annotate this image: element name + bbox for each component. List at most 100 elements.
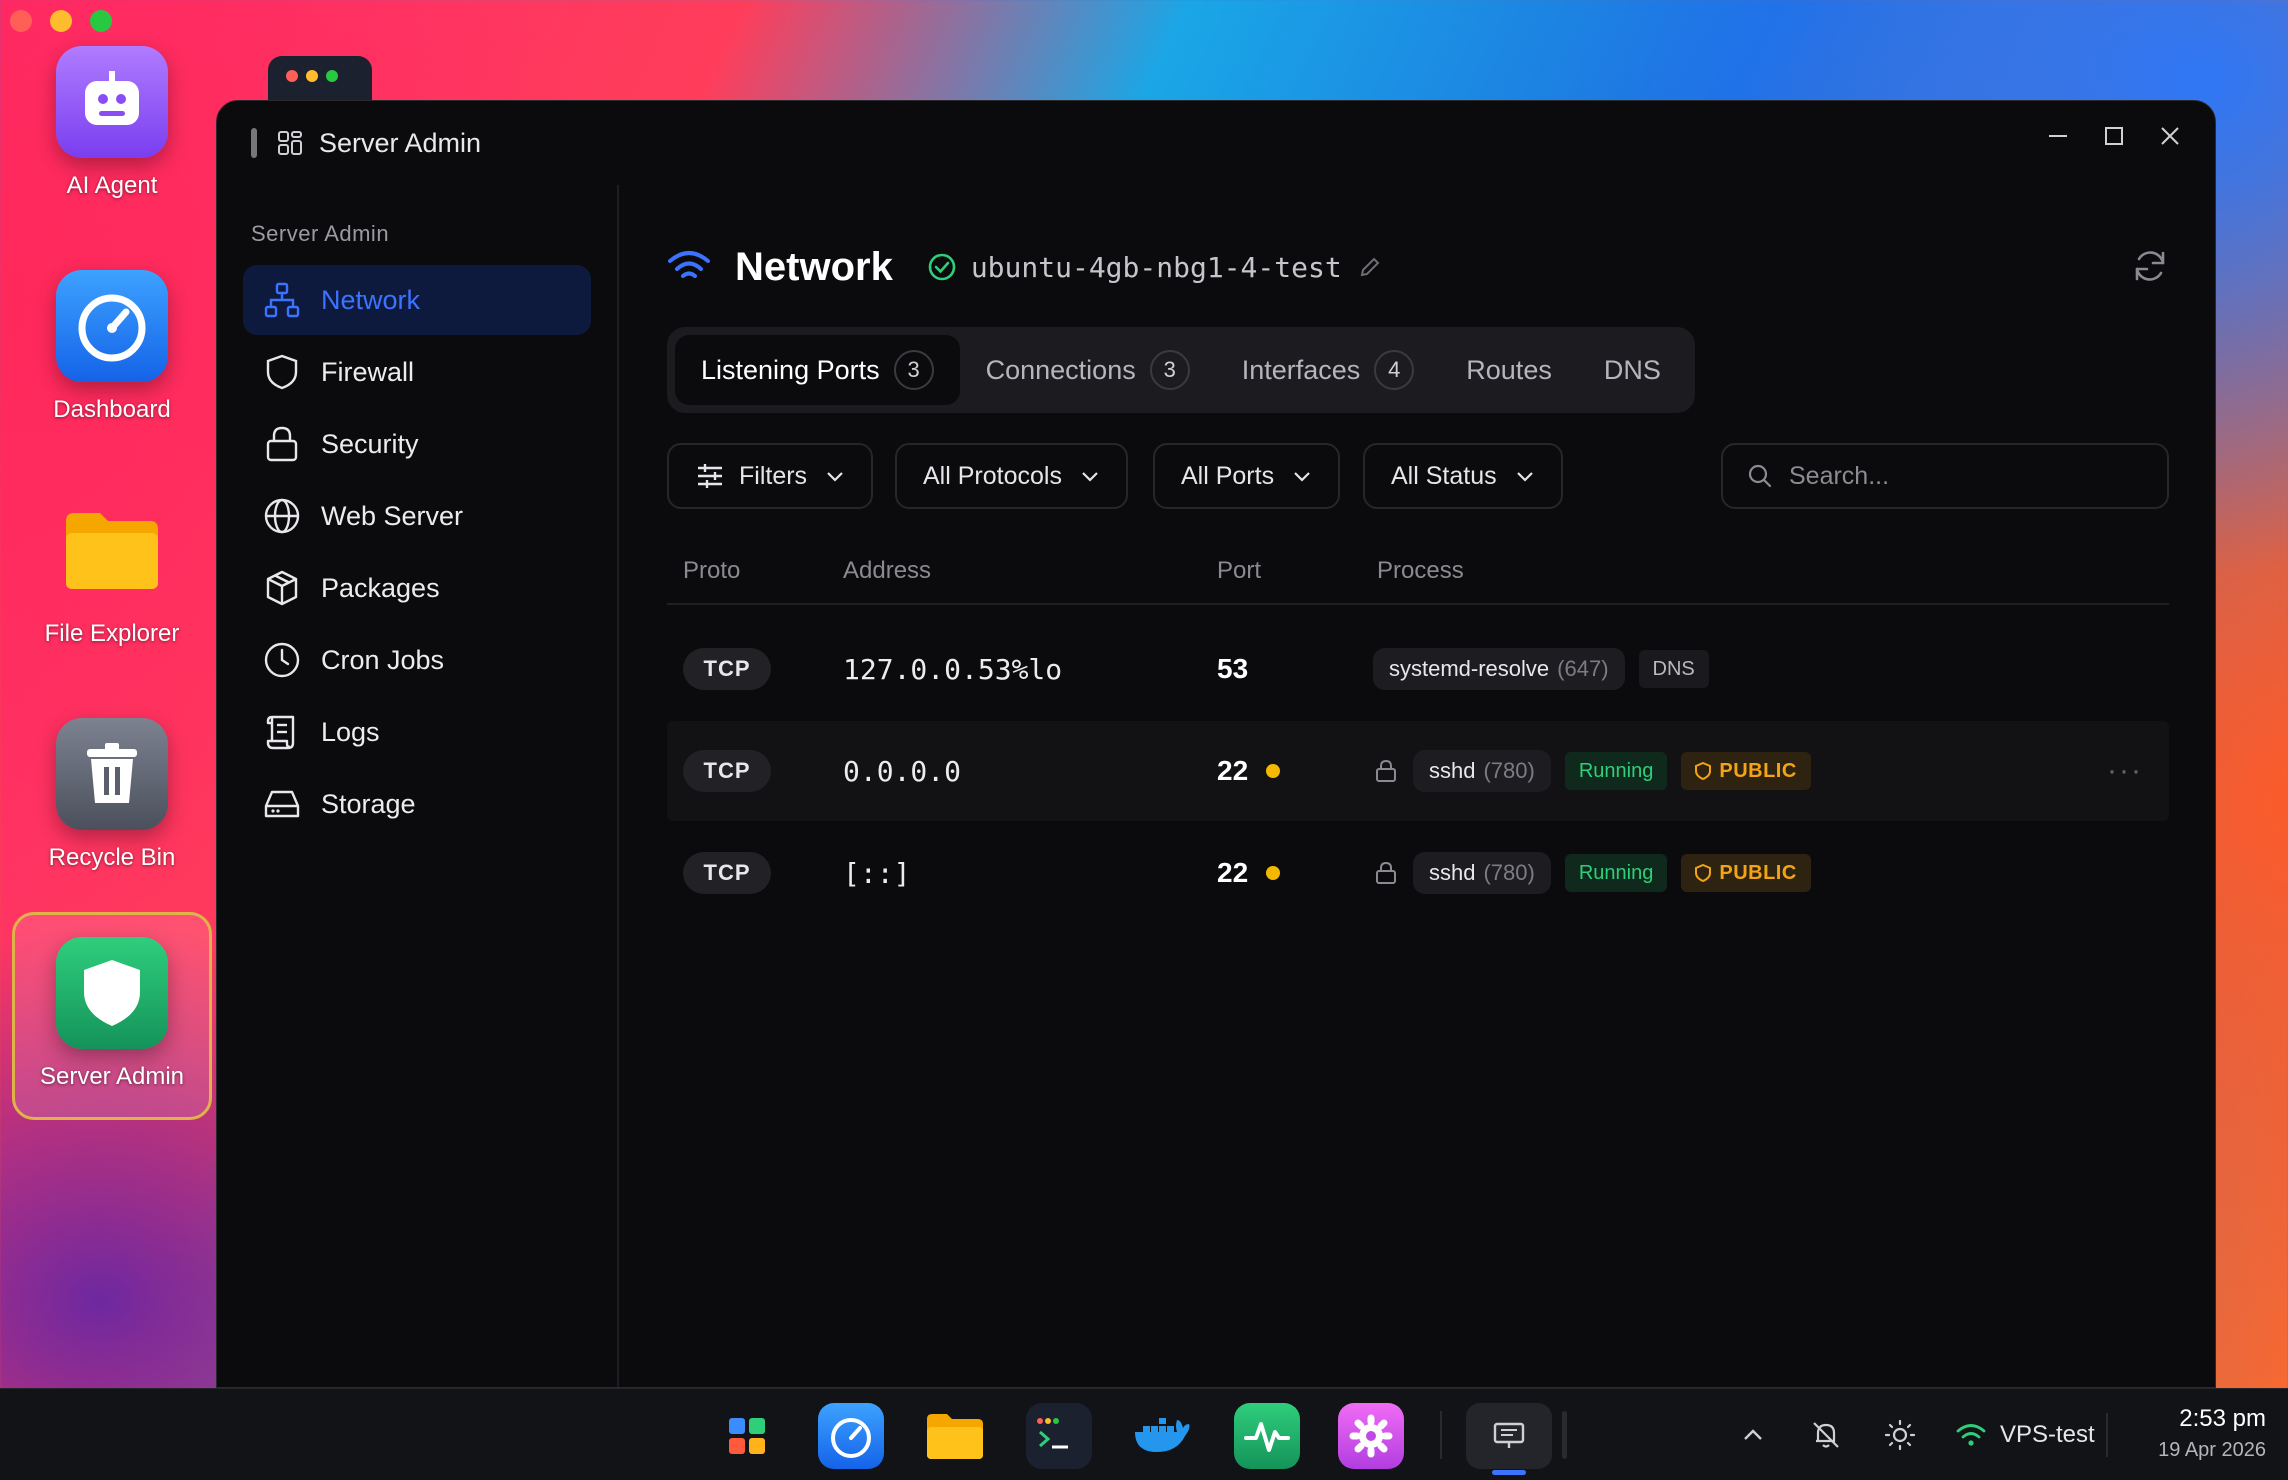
- process-pill[interactable]: sshd (780): [1413, 750, 1551, 792]
- tab-connections[interactable]: Connections 3: [960, 335, 1216, 405]
- brightness-icon[interactable]: [1884, 1419, 1916, 1451]
- port-select-value: All Ports: [1181, 461, 1275, 490]
- chevron-down-icon: [1082, 472, 1098, 482]
- scroll-icon: [266, 715, 295, 750]
- terminal-taskbar-icon[interactable]: [1026, 1403, 1092, 1469]
- port-select[interactable]: All Ports: [1153, 443, 1341, 509]
- server-admin-window: Server Admin Server Admin Network Firewa…: [216, 100, 2216, 1388]
- filters-label: Filters: [739, 461, 808, 490]
- process-pill[interactable]: systemd-resolve (647): [1373, 648, 1625, 690]
- system-tray: VPS-test: [1740, 1389, 2095, 1480]
- process-cell: systemd-resolve (647) DNS: [1373, 648, 1709, 690]
- tab-label: Connections: [985, 354, 1136, 385]
- sidebar-item-label: Security: [321, 428, 419, 459]
- table-row[interactable]: TCP [::] 22 sshd (780) Running PUBLIC: [667, 823, 2169, 923]
- proto-badge: TCP: [683, 750, 771, 792]
- dashboard-taskbar-icon[interactable]: [818, 1403, 884, 1469]
- status-select[interactable]: All Status: [1363, 443, 1563, 509]
- start-menu-icon[interactable]: [714, 1403, 780, 1469]
- sidebar-item-web-server[interactable]: Web Server: [243, 481, 591, 551]
- column-header-proto[interactable]: Proto: [683, 557, 740, 585]
- network-icon: [264, 282, 300, 318]
- tab-bar: Listening Ports 3 Connections 3 Interfac…: [667, 327, 1695, 413]
- sidebar-item-label: Cron Jobs: [321, 644, 445, 675]
- sidebar-item-network[interactable]: Network: [243, 265, 591, 335]
- sliders-icon: [698, 464, 722, 488]
- process-name: sshd: [1429, 860, 1476, 885]
- more-actions-button[interactable]: ···: [2107, 754, 2143, 788]
- wifi-icon[interactable]: [1956, 1422, 1986, 1448]
- tab-interfaces[interactable]: Interfaces 4: [1216, 335, 1441, 405]
- close-dot[interactable]: [10, 10, 32, 32]
- column-header-process[interactable]: Process: [1377, 557, 1464, 585]
- title-bar[interactable]: Server Admin: [217, 101, 2215, 185]
- process-cell: sshd (780) Running PUBLIC: [1373, 852, 1811, 894]
- minimize-icon[interactable]: [2047, 125, 2069, 147]
- clock[interactable]: 2:53 pm 19 Apr 2026: [2158, 1405, 2266, 1462]
- public-exposure-badge: PUBLIC: [1681, 854, 1811, 892]
- desktop-icon-recycle-bin[interactable]: Recycle Bin: [18, 718, 206, 872]
- background-terminal-window[interactable]: [268, 56, 372, 106]
- activity-monitor-icon[interactable]: [1234, 1403, 1300, 1469]
- network-name[interactable]: VPS-test: [2000, 1421, 2095, 1449]
- search-input[interactable]: [1789, 461, 2149, 491]
- bell-off-icon[interactable]: [1810, 1419, 1842, 1451]
- close-icon[interactable]: [2159, 125, 2181, 147]
- folder-taskbar-icon[interactable]: [922, 1403, 988, 1469]
- table-row[interactable]: TCP 0.0.0.0 22 sshd (780) Running PUBLIC …: [667, 721, 2169, 821]
- desktop-icon-ai-agent[interactable]: AI Agent: [18, 46, 206, 200]
- desktop-icon-server-admin[interactable]: Server Admin: [12, 912, 212, 1120]
- active-indicator: [1492, 1470, 1526, 1475]
- gauge-icon: [56, 270, 168, 382]
- sidebar-item-firewall[interactable]: Firewall: [243, 337, 591, 407]
- protocol-select-value: All Protocols: [923, 461, 1062, 490]
- desktop-icon-file-explorer[interactable]: File Explorer: [18, 494, 206, 648]
- sidebar-item-storage[interactable]: Storage: [243, 769, 591, 839]
- chevron-down-icon: [1516, 472, 1533, 482]
- warning-dot: [1266, 866, 1281, 880]
- table-row[interactable]: TCP 127.0.0.53%lo 53 systemd-resolve (647…: [667, 619, 2169, 719]
- sidebar-item-cron-jobs[interactable]: Cron Jobs: [243, 625, 591, 695]
- settings-gear-icon[interactable]: [1338, 1403, 1404, 1469]
- chevron-up-icon[interactable]: [1740, 1422, 1766, 1448]
- desktop-icon-label: Recycle Bin: [48, 844, 176, 871]
- dns-tag: DNS: [1638, 650, 1709, 688]
- package-icon: [266, 570, 298, 606]
- column-header-address[interactable]: Address: [843, 557, 931, 585]
- desktop-icon-dashboard[interactable]: Dashboard: [18, 270, 206, 424]
- drag-handle[interactable]: [251, 128, 257, 158]
- chevron-down-icon: [1294, 472, 1310, 482]
- zoom-dot[interactable]: [90, 10, 112, 32]
- tab-routes[interactable]: Routes: [1440, 335, 1578, 405]
- running-status-badge: Running: [1564, 752, 1668, 790]
- port-value: 53: [1217, 653, 1249, 684]
- taskbar-handle[interactable]: [1562, 1411, 1567, 1459]
- sidebar-item-packages[interactable]: Packages: [243, 553, 591, 623]
- sidebar-item-security[interactable]: Security: [243, 409, 591, 479]
- sidebar-item-logs[interactable]: Logs: [243, 697, 591, 767]
- shield-icon: [56, 937, 168, 1049]
- hard-drive-icon: [264, 790, 300, 818]
- protocol-select[interactable]: All Protocols: [895, 443, 1128, 509]
- docker-icon[interactable]: [1130, 1403, 1196, 1469]
- tab-label: DNS: [1603, 354, 1661, 385]
- proto-badge: TCP: [683, 852, 771, 894]
- window-title: Server Admin: [319, 127, 482, 158]
- tab-dns[interactable]: DNS: [1578, 335, 1687, 405]
- refresh-icon[interactable]: [2131, 247, 2169, 285]
- tray-divider: [2106, 1413, 2108, 1457]
- server-admin-taskbar-icon[interactable]: [1466, 1403, 1552, 1475]
- column-header-port[interactable]: Port: [1217, 557, 1261, 585]
- minimize-dot[interactable]: [50, 10, 72, 32]
- clock-date: 19 Apr 2026: [2158, 1439, 2266, 1461]
- search-box[interactable]: [1721, 443, 2169, 509]
- lock-icon: [1376, 759, 1396, 782]
- public-label: PUBLIC: [1719, 759, 1797, 782]
- pencil-icon[interactable]: [1358, 255, 1382, 279]
- desktop-icon-label: AI Agent: [66, 172, 158, 199]
- process-pill[interactable]: sshd (780): [1413, 852, 1551, 894]
- sidebar-heading: Server Admin: [251, 221, 390, 246]
- tab-listening-ports[interactable]: Listening Ports 3: [675, 335, 960, 405]
- maximize-icon[interactable]: [2103, 125, 2125, 147]
- filters-button[interactable]: Filters: [667, 443, 874, 509]
